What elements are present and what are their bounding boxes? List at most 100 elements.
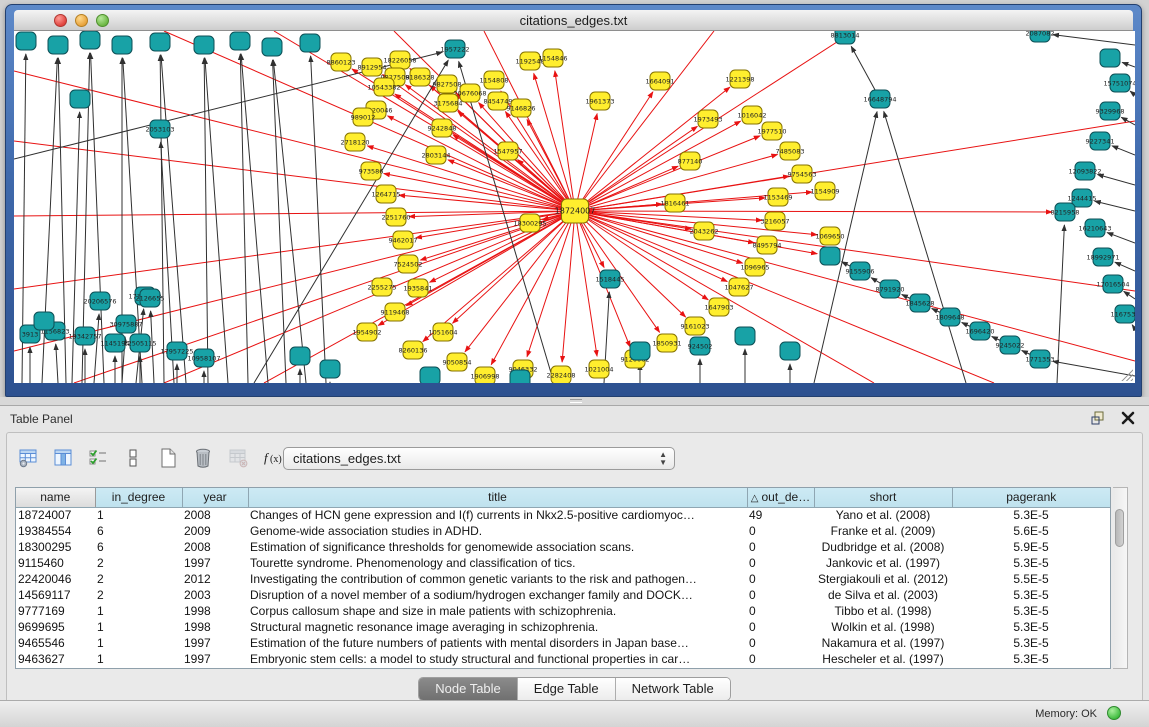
network-view-canvas[interactable]: 1872400788601238912954182260589827509105… [14,31,1135,383]
cell-year[interactable]: 1997 [182,651,248,667]
cell-name[interactable]: 19384554 [16,523,95,539]
citation-edge-red[interactable] [164,211,575,383]
graph-node[interactable]: 1809648 [936,308,965,326]
graph-node[interactable]: 9242848 [428,119,457,137]
cell-title[interactable]: Corpus callosum shape and size in male p… [248,603,747,619]
citation-edge-red[interactable] [575,211,686,317]
citation-edge-black[interactable] [94,314,99,383]
graph-node[interactable]: 1021004 [585,360,614,378]
graph-node[interactable]: 1845628 [906,294,935,312]
graph-node[interactable]: 1051604 [429,323,458,341]
citation-edge-black[interactable] [1122,62,1135,67]
tab-network-table[interactable]: Network Table [616,678,730,700]
graph-node[interactable]: 877140 [678,152,703,170]
cell-year[interactable]: 1997 [182,555,248,571]
citation-edge-black[interactable] [1098,175,1135,185]
graph-node[interactable]: 1264715 [372,185,401,203]
cell-year[interactable]: 1998 [182,619,248,635]
cell-short[interactable]: Stergiakouli et al. (2012) [814,571,952,587]
select-rows-check-icon[interactable] [85,445,111,471]
table-row[interactable]: 1938455462009Genome-wide association stu… [16,523,1110,539]
graph-node[interactable]: 1961373 [586,92,615,110]
cell-out_degree[interactable]: 0 [747,603,814,619]
cell-pagerank[interactable]: 5.3E-5 [952,587,1110,603]
cell-short[interactable]: Yano et al. (2008) [814,507,952,523]
cell-short[interactable]: Tibbo et al. (1998) [814,603,952,619]
table-selector-dropdown[interactable]: citations_edges.txt ▲▼ [283,447,675,470]
cell-out_degree[interactable]: 0 [747,587,814,603]
citation-edge-red[interactable] [430,211,575,282]
graph-node[interactable]: 1906998 [471,367,500,383]
graph-node[interactable]: 9227341 [1086,132,1115,150]
graph-node[interactable]: 1647903 [705,298,734,316]
citation-edge-black[interactable] [1107,233,1135,243]
citation-edge-black[interactable] [241,54,268,383]
graph-node[interactable]: 1850931 [653,334,682,352]
cell-out_degree[interactable]: 0 [747,619,814,635]
cell-in_degree[interactable]: 2 [95,555,182,571]
cell-out_degree[interactable]: 0 [747,523,814,539]
graph-node[interactable]: 1016042 [738,106,767,124]
cell-year[interactable]: 2003 [182,587,248,603]
graph-node[interactable] [630,342,650,360]
cell-name[interactable]: 18300295 [16,539,95,555]
graph-node[interactable] [194,36,214,54]
citation-edge-black[interactable] [56,344,58,383]
cell-out_degree[interactable]: 0 [747,651,814,667]
cell-out_degree[interactable]: 0 [747,635,814,651]
cell-pagerank[interactable]: 5.3E-5 [952,635,1110,651]
table-settings-icon[interactable] [15,445,41,471]
network-window-titlebar[interactable]: citations_edges.txt [14,10,1133,31]
memory-status-led-icon[interactable] [1107,706,1121,720]
graph-node[interactable]: 1153469 [764,188,793,206]
table-row[interactable]: 1456911722003Disruption of a novel membe… [16,587,1110,603]
cell-name[interactable]: 9465546 [16,635,95,651]
graph-node[interactable] [780,342,800,360]
cell-name[interactable]: 14569117 [16,587,95,603]
graph-node[interactable] [300,34,320,52]
citation-edge-black[interactable] [311,56,326,383]
graph-node[interactable] [150,33,170,51]
citation-edge-black[interactable] [1132,325,1135,329]
graph-node[interactable]: 1154808 [480,71,509,89]
citation-edge-black[interactable] [204,58,208,383]
graph-node[interactable]: 924502 [688,337,713,355]
cell-year[interactable]: 1998 [182,603,248,619]
graph-node[interactable]: 2718120 [341,133,370,151]
tab-node-table[interactable]: Node Table [419,678,518,700]
table-row[interactable]: 1830029562008Estimation of significance … [16,539,1110,555]
table-row[interactable]: 2242004622012Investigating the contribut… [16,571,1110,587]
citation-edge-black[interactable] [273,60,306,383]
graph-node[interactable]: 1069650 [816,227,845,245]
citation-edge-red[interactable] [575,211,708,300]
column-header-name[interactable]: name [16,488,95,507]
graph-node[interactable]: 2251760 [382,208,411,226]
cell-out_degree[interactable]: 49 [747,507,814,523]
cell-year[interactable]: 2008 [182,539,248,555]
cell-title[interactable]: Estimation of significance thresholds fo… [248,539,747,555]
row-column-toggle-icon[interactable] [120,445,146,471]
cell-short[interactable]: Hescheler et al. (1997) [814,651,952,667]
graph-node[interactable]: 1167533 [1111,305,1135,323]
cell-in_degree[interactable]: 6 [95,523,182,539]
cell-pagerank[interactable]: 5.3E-5 [952,619,1110,635]
graph-node[interactable]: 7524502 [394,255,423,273]
graph-node[interactable] [1100,49,1120,67]
citation-edge-black[interactable] [884,111,966,383]
graph-node[interactable]: 1954902 [353,323,382,341]
graph-node[interactable] [820,247,840,265]
graph-node[interactable]: 9119468 [381,303,410,321]
table-row[interactable]: 1872400712008Changes of HCN gene express… [16,507,1110,523]
panel-divider[interactable] [0,397,1149,405]
cell-year[interactable]: 2008 [182,507,248,523]
cell-in_degree[interactable]: 1 [95,603,182,619]
cell-pagerank[interactable]: 5.6E-5 [952,523,1110,539]
column-header-out_degree[interactable]: △out_de… [747,488,814,507]
graph-node[interactable]: 9754563 [788,165,817,183]
cell-title[interactable]: Genome-wide association studies in ADHD. [248,523,747,539]
cell-in_degree[interactable]: 2 [95,571,182,587]
graph-node[interactable] [80,31,100,49]
citation-edge-black[interactable] [240,54,248,383]
cell-short[interactable]: Wolkin et al. (1998) [814,619,952,635]
graph-node[interactable]: 973586 [359,162,384,180]
